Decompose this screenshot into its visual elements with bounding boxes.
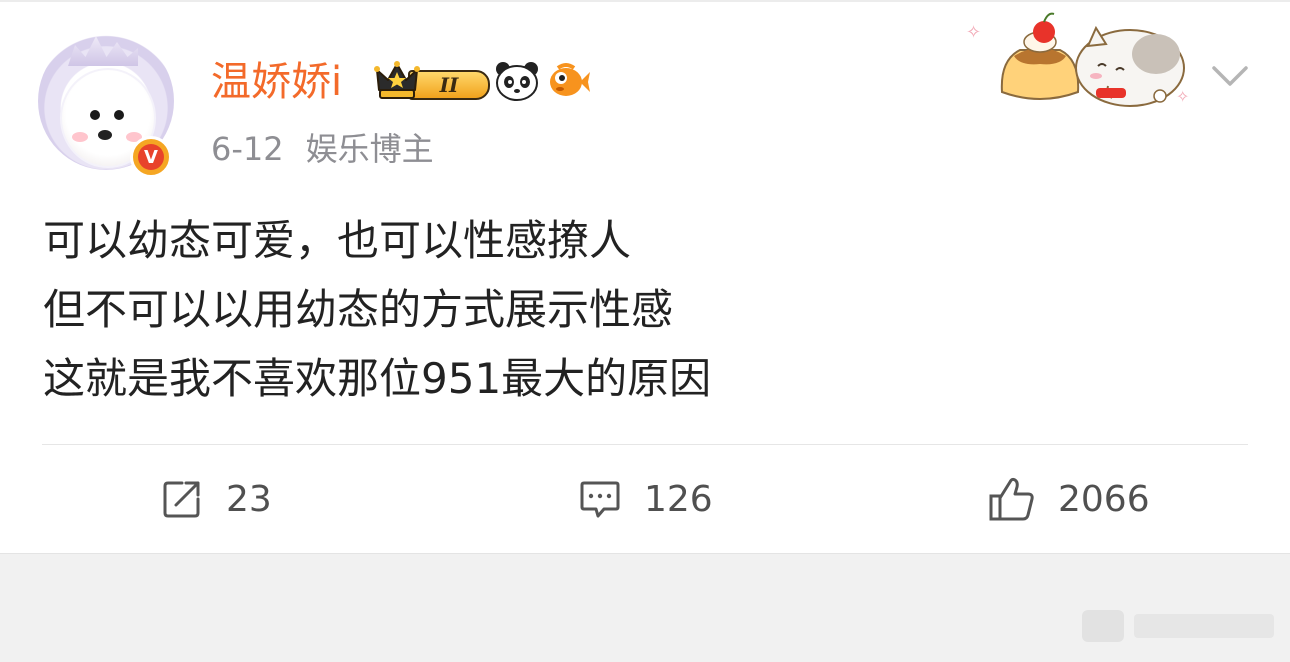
watermark-logo — [1082, 610, 1274, 642]
comment-button[interactable]: 126 — [578, 470, 713, 528]
post-meta: 6-12 娱乐博主 — [211, 128, 434, 170]
repost-button[interactable]: 23 — [160, 470, 272, 528]
vip-level-badge[interactable]: II — [374, 60, 490, 102]
panda-icon[interactable] — [494, 60, 540, 102]
post-content: 可以幼态可爱，也可以性感撩人 但不可以以用幼态的方式展示性感 这就是我不喜欢那位… — [43, 206, 1243, 413]
repost-count: 23 — [226, 478, 272, 520]
author-name[interactable]: 温娇娇i — [211, 55, 342, 109]
cheek-left — [72, 132, 88, 142]
svg-text:✧: ✧ — [1176, 87, 1189, 106]
crown-icon — [374, 61, 420, 99]
dog-eye-right — [114, 110, 124, 120]
top-border — [0, 0, 1290, 2]
pudding-cat-sticker-icon: ✧ ✧ — [966, 12, 1189, 107]
post-date: 6-12 — [211, 130, 284, 168]
user-badges: II — [374, 58, 590, 104]
weibo-post-card: V 温娇娇i II 6-12 娱乐博主 ✧ ✧ 可以幼态可爱，也可以性感撩人 但… — [0, 0, 1290, 554]
action-divider — [42, 444, 1248, 445]
thumbs-up-icon — [989, 477, 1034, 521]
dog-nose — [98, 130, 112, 140]
share-icon — [163, 481, 200, 518]
post-line: 这就是我不喜欢那位951最大的原因 — [43, 354, 712, 403]
post-line: 可以幼态可爱，也可以性感撩人 — [43, 216, 632, 265]
v-badge-icon: V — [130, 136, 172, 178]
author-category: 娱乐博主 — [305, 130, 434, 168]
vip-level-label: II — [408, 70, 490, 100]
svg-text:✧: ✧ — [966, 22, 981, 43]
like-count: 2066 — [1058, 478, 1150, 520]
like-button[interactable]: 2066 — [988, 470, 1150, 528]
goldfish-icon[interactable] — [546, 60, 590, 102]
chevron-down-icon[interactable] — [1210, 58, 1250, 94]
comment-count: 126 — [644, 478, 713, 520]
author-avatar[interactable]: V — [38, 32, 174, 178]
post-line: 但不可以以用幼态的方式展示性感 — [43, 285, 674, 334]
dog-eye-left — [90, 110, 100, 120]
comment-icon — [580, 481, 620, 518]
